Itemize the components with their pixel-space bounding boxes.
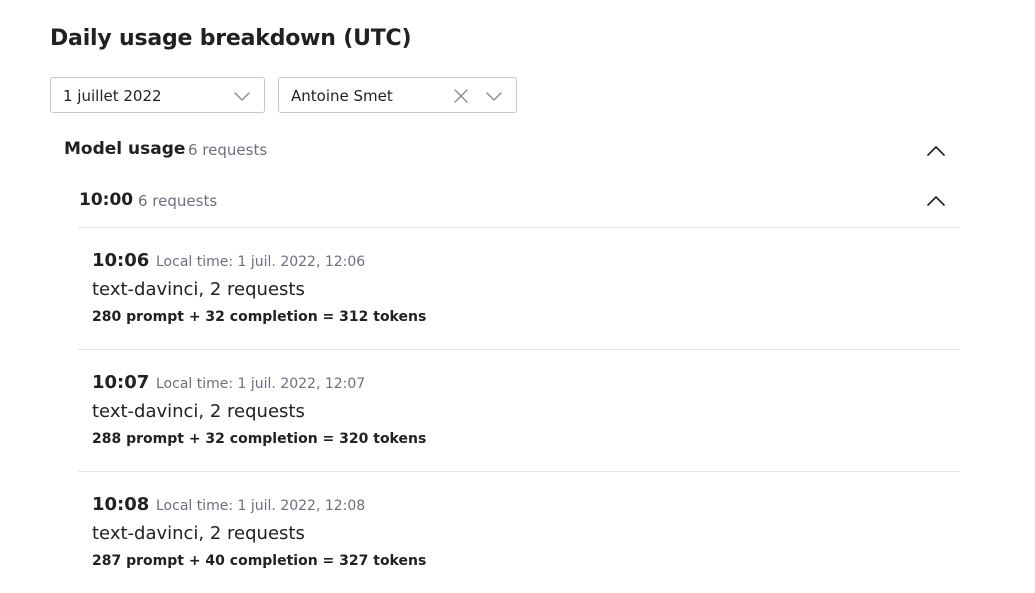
chevron-down-icon (485, 87, 503, 105)
entry-time: 10:08 (92, 494, 150, 515)
usage-entry: 10:08 Local time: 1 juil. 2022, 12:08 te… (78, 471, 960, 593)
entry-tokens: 287 prompt + 40 completion = 327 tokens (92, 553, 427, 569)
chevron-up-icon[interactable] (926, 141, 946, 161)
chevron-down-icon (233, 87, 251, 105)
date-select[interactable]: 1 juillet 2022 (50, 77, 265, 113)
model-usage-header[interactable]: Model usage 6 requests (64, 138, 960, 164)
hour-group-header[interactable]: 10:00 6 requests (79, 189, 960, 215)
entry-time: 10:06 (92, 250, 150, 271)
entry-model: text-davinci, 2 requests (92, 279, 305, 300)
entry-model: text-davinci, 2 requests (92, 523, 305, 544)
close-icon[interactable] (452, 87, 470, 105)
model-usage-count: 6 requests (188, 141, 268, 159)
entry-local-time: Local time: 1 juil. 2022, 12:07 (156, 376, 366, 392)
page-title: Daily usage breakdown (UTC) (50, 26, 412, 51)
user-select[interactable]: Antoine Smet (278, 77, 517, 113)
entry-local-time: Local time: 1 juil. 2022, 12:06 (156, 254, 366, 270)
entry-time: 10:07 (92, 372, 150, 393)
hour-group-label: 10:00 (79, 190, 134, 210)
entry-tokens: 288 prompt + 32 completion = 320 tokens (92, 431, 427, 447)
user-select-value: Antoine Smet (291, 87, 393, 105)
hour-group-count: 6 requests (138, 192, 218, 210)
date-select-value: 1 juillet 2022 (63, 87, 162, 105)
entry-tokens: 280 prompt + 32 completion = 312 tokens (92, 309, 427, 325)
usage-entry: 10:06 Local time: 1 juil. 2022, 12:06 te… (78, 227, 960, 349)
entry-local-time: Local time: 1 juil. 2022, 12:08 (156, 498, 366, 514)
model-usage-title: Model usage (64, 139, 186, 159)
usage-entry: 10:07 Local time: 1 juil. 2022, 12:07 te… (78, 349, 960, 471)
chevron-up-icon[interactable] (926, 191, 946, 211)
usage-page: Daily usage breakdown (UTC) 1 juillet 20… (50, 0, 960, 585)
entry-model: text-davinci, 2 requests (92, 401, 305, 422)
usage-entry-list: 10:06 Local time: 1 juil. 2022, 12:06 te… (78, 227, 960, 593)
